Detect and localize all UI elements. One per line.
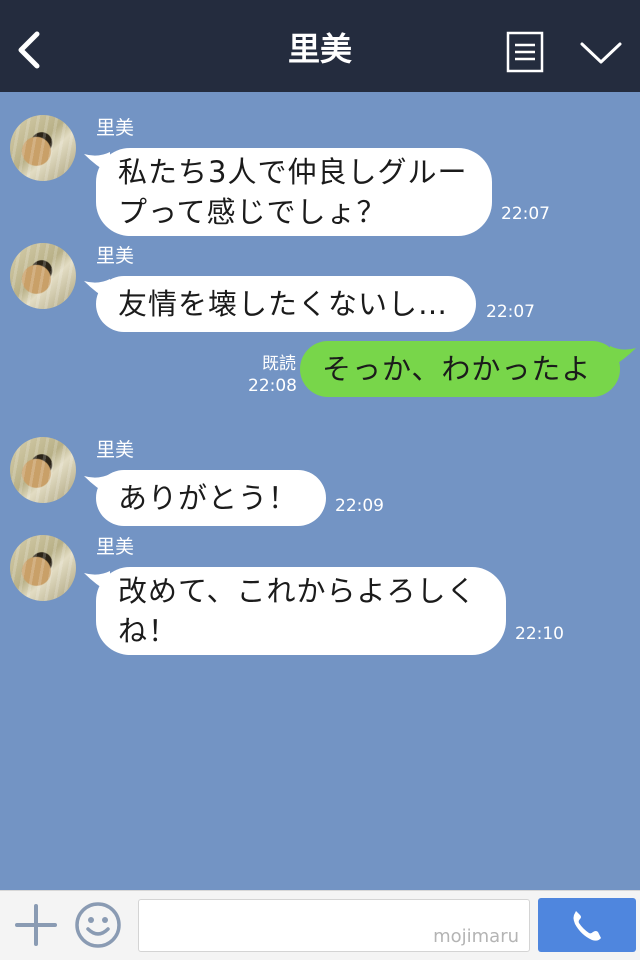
bubble-tail [610, 346, 636, 368]
smiley-icon [75, 902, 121, 948]
avatar[interactable] [10, 437, 76, 503]
message-input[interactable]: mojimaru [138, 899, 530, 952]
watermark: mojimaru [433, 926, 519, 947]
back-button[interactable] [10, 26, 50, 74]
message-line: そっか、わかったよ [322, 352, 592, 386]
message-time: 22:10 [515, 624, 564, 644]
message-bubble[interactable]: ありがとう！ [96, 470, 326, 526]
attach-button[interactable] [14, 903, 58, 947]
input-bar: mojimaru [0, 890, 640, 960]
sender-name: 里美 [96, 439, 135, 461]
read-label: 既読 [262, 354, 296, 374]
message-bubble[interactable]: 友情を壊したくないし… [96, 276, 476, 332]
sender-name: 里美 [96, 536, 135, 558]
chat-area[interactable]: 里美 私たち3人で仲良しグルー プって感じでしょ？ 22:07 里美 友情を壊し… [0, 92, 640, 890]
chat-title: 里美 [287, 30, 352, 68]
message-time: 22:08 [248, 376, 297, 396]
message-line: ありがとう！ [118, 481, 299, 515]
message-line: プって感じでしょ？ [118, 195, 387, 229]
message-line: 友情を壊したくないし… [118, 287, 449, 321]
chevron-left-icon [18, 31, 40, 69]
message-time: 22:07 [486, 302, 535, 322]
sender-name: 里美 [96, 245, 135, 267]
call-button[interactable] [538, 898, 636, 952]
message-line: 改めて、これからよろしく [118, 574, 477, 608]
message-time: 22:07 [501, 204, 550, 224]
avatar[interactable] [10, 535, 76, 601]
message-bubble-outgoing[interactable]: そっか、わかったよ [300, 341, 620, 397]
plus-icon [15, 904, 57, 946]
sender-name: 里美 [96, 117, 135, 139]
message-bubble[interactable]: 私たち3人で仲良しグルー プって感じでしょ？ [96, 148, 492, 236]
note-menu-button[interactable] [506, 31, 544, 73]
phone-icon [573, 911, 601, 941]
avatar[interactable] [10, 115, 76, 181]
message-bubble[interactable]: 改めて、これからよろしく ね！ [96, 567, 506, 655]
read-receipt: 既読 22:08 [248, 354, 297, 396]
emoji-button[interactable] [74, 901, 122, 949]
message-line: ね！ [118, 614, 179, 648]
message-line: 私たち3人で仲良しグルー [118, 155, 468, 189]
note-list-icon [506, 31, 544, 73]
avatar[interactable] [10, 243, 76, 309]
message-time: 22:09 [335, 496, 384, 516]
chat-header: 里美 [0, 0, 640, 92]
chevron-down-icon [580, 42, 622, 64]
collapse-button[interactable] [578, 36, 624, 70]
